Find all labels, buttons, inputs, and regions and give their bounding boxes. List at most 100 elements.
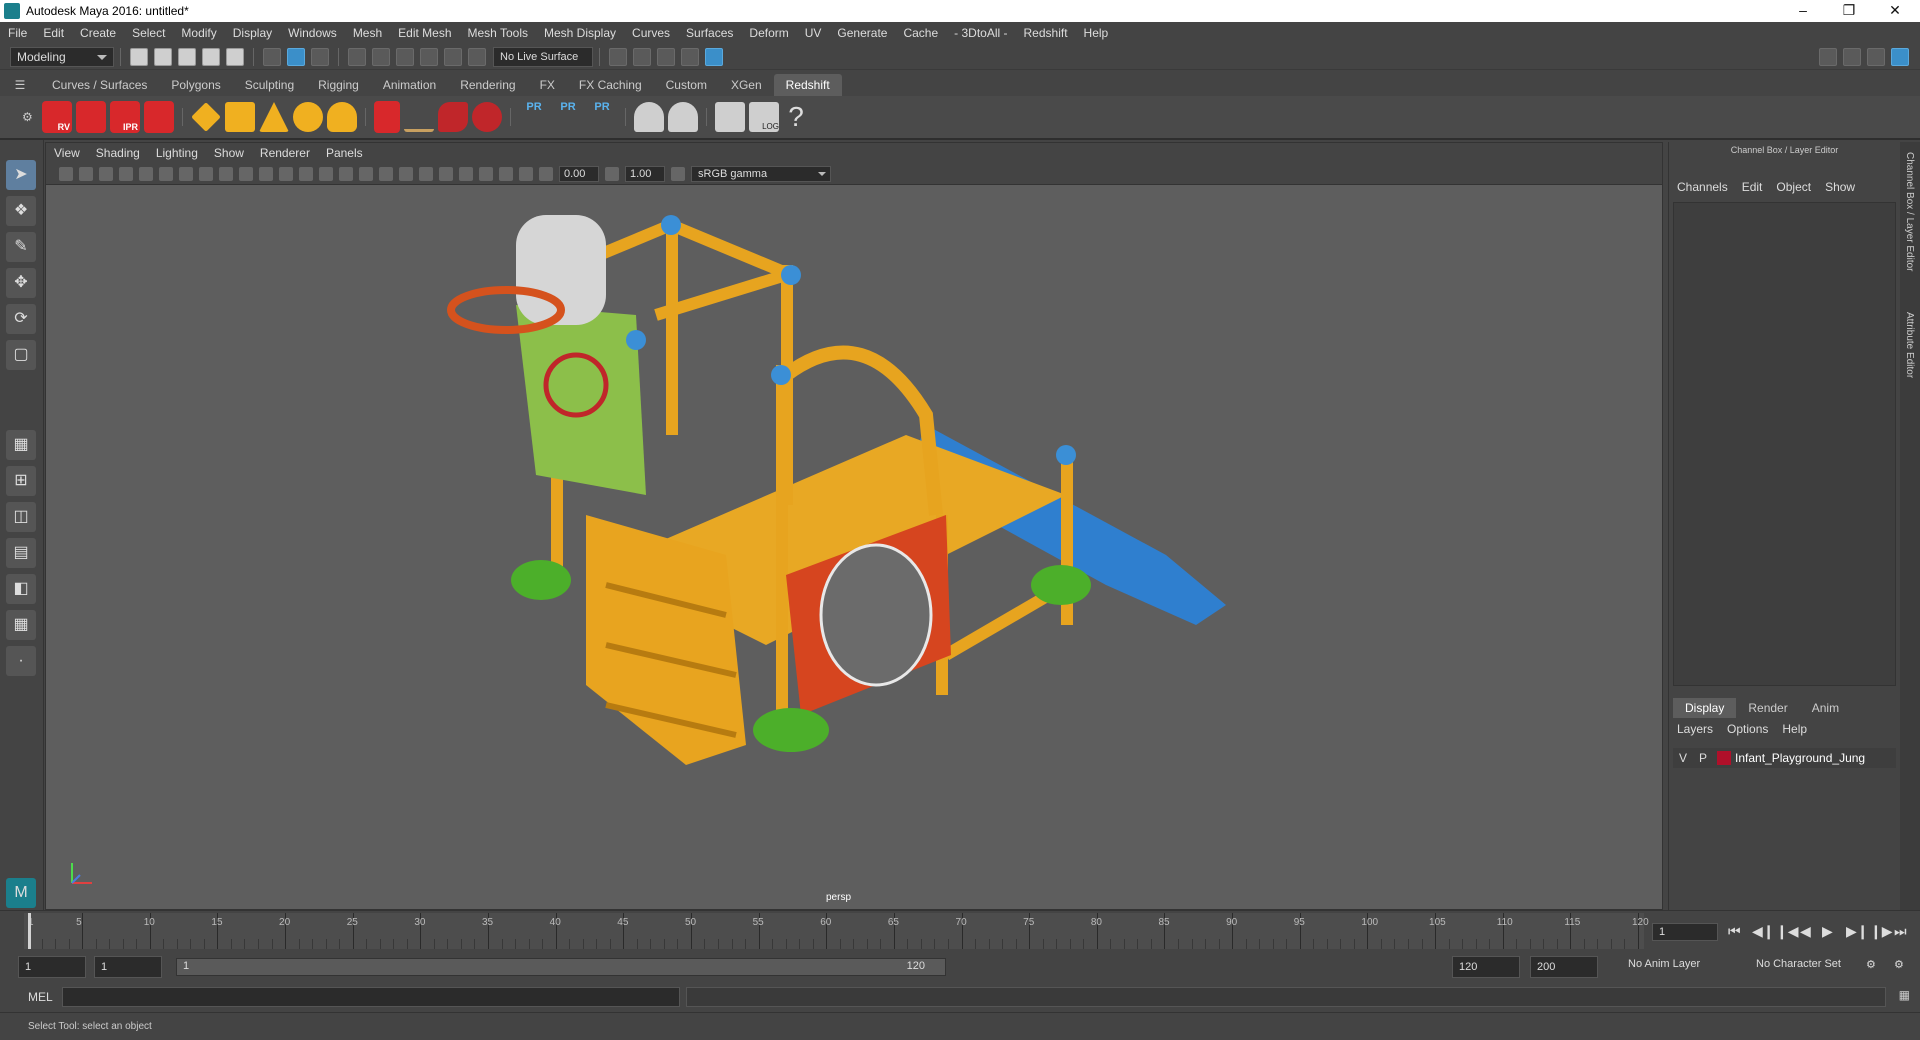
mode-selector[interactable]: Modeling	[10, 46, 114, 67]
textured-icon[interactable]	[339, 166, 353, 181]
script-editor-icon[interactable]: ▦	[1899, 988, 1910, 1002]
viewport-menu-renderer[interactable]: Renderer	[260, 146, 310, 160]
pr-create-icon[interactable]: PR	[519, 101, 549, 133]
live-surface-field[interactable]: No Live Surface	[493, 46, 593, 67]
shelf-tab-rigging[interactable]: Rigging	[306, 74, 371, 96]
anim-layer-dropdown[interactable]: No Anim Layer	[1628, 958, 1700, 970]
wireframe-icon[interactable]	[279, 166, 293, 181]
antialiasing-icon[interactable]	[439, 166, 453, 181]
snap-grid-icon[interactable]	[348, 47, 366, 66]
wireframe-on-shaded-icon[interactable]	[319, 166, 333, 181]
redo-icon[interactable]	[226, 47, 244, 66]
motion-blur-icon[interactable]	[419, 166, 433, 181]
exposure-icon[interactable]	[539, 166, 553, 181]
shelf-tab-rendering[interactable]: Rendering	[448, 74, 527, 96]
resolution-gate-icon[interactable]	[179, 166, 193, 181]
shelf-tab-fx-caching[interactable]: FX Caching	[567, 74, 654, 96]
viewport-menu-lighting[interactable]: Lighting	[156, 146, 198, 160]
snap-surface-icon[interactable]	[444, 47, 462, 66]
shelf-tab-animation[interactable]: Animation	[371, 74, 448, 96]
smooth-shade-icon[interactable]	[299, 166, 313, 181]
teapot-icon[interactable]	[634, 102, 664, 132]
outliner-layout-icon[interactable]: ▦	[6, 610, 36, 640]
more-layouts-icon[interactable]: ·	[6, 646, 36, 676]
shelf-tab-curves-surfaces[interactable]: Curves / Surfaces	[40, 74, 159, 96]
menu-uv[interactable]: UV	[805, 26, 822, 40]
menu-select[interactable]: Select	[132, 26, 165, 40]
select-by-component-icon[interactable]	[311, 47, 329, 66]
snap-view-plane-icon[interactable]	[420, 47, 438, 66]
hair-icon[interactable]	[404, 102, 434, 132]
proxy-icon[interactable]	[374, 101, 400, 133]
field-chart-icon[interactable]	[219, 166, 233, 181]
menu-deform[interactable]: Deform	[749, 26, 788, 40]
depth-of-field-icon[interactable]	[459, 166, 473, 181]
select-by-object-icon[interactable]	[287, 47, 305, 66]
channel-box-menu-show[interactable]: Show	[1825, 180, 1855, 194]
redshift-rv-icon[interactable]: RV	[42, 101, 72, 133]
render-view-icon[interactable]	[609, 47, 627, 66]
shelf-menu-icon[interactable]: ☰	[0, 74, 40, 96]
layer-visibility-toggle[interactable]: V	[1673, 751, 1693, 765]
3d-viewport[interactable]: persp	[46, 185, 1662, 909]
shelf-tab-sculpting[interactable]: Sculpting	[233, 74, 306, 96]
teapot-2-icon[interactable]	[668, 102, 698, 132]
menu-help[interactable]: Help	[1084, 26, 1109, 40]
bookmark-icon[interactable]	[99, 166, 113, 181]
range-slider[interactable]: 1 120	[176, 958, 946, 976]
current-frame-field[interactable]: 1	[1652, 923, 1718, 941]
channel-box-menu-object[interactable]: Object	[1776, 180, 1811, 194]
play-forwards-icon[interactable]: ▶	[1822, 923, 1833, 940]
menu-file[interactable]: File	[8, 26, 27, 40]
layer-menu-help[interactable]: Help	[1782, 722, 1807, 736]
grid-toggle-icon[interactable]	[139, 166, 153, 181]
persp-outliner-icon[interactable]: ◧	[6, 574, 36, 604]
render-frame-icon[interactable]	[633, 47, 651, 66]
redshift-ipr-icon[interactable]: IPR	[110, 101, 140, 133]
playback-start-field[interactable]: 1	[94, 956, 162, 978]
shadows-icon[interactable]	[379, 166, 393, 181]
save-scene-icon[interactable]	[178, 47, 196, 66]
four-view-icon[interactable]: ⊞	[6, 466, 36, 496]
image-plane-icon[interactable]	[119, 166, 133, 181]
menu-modify[interactable]: Modify	[181, 26, 216, 40]
color-management-icon[interactable]	[671, 166, 685, 181]
log-icon[interactable]: LOG	[749, 102, 779, 132]
scale-tool-icon[interactable]: ▢	[6, 340, 36, 370]
channel-box-menu-edit[interactable]: Edit	[1742, 180, 1763, 194]
snap-point-icon[interactable]	[396, 47, 414, 66]
menu-edit-mesh[interactable]: Edit Mesh	[398, 26, 451, 40]
viewport-menu-panels[interactable]: Panels	[326, 146, 363, 160]
xray-icon[interactable]	[499, 166, 513, 181]
menu-mesh-tools[interactable]: Mesh Tools	[468, 26, 528, 40]
layer-menu-layers[interactable]: Layers	[1677, 722, 1713, 736]
viewport-menu-show[interactable]: Show	[214, 146, 244, 160]
gamma-field[interactable]: 1.00	[625, 165, 665, 182]
current-time-indicator[interactable]	[28, 913, 31, 949]
xray-joints-icon[interactable]	[519, 166, 533, 181]
shelf-tab-xgen[interactable]: XGen	[719, 74, 774, 96]
new-scene-icon[interactable]	[130, 47, 148, 66]
camera-attributes-icon[interactable]	[79, 166, 93, 181]
layer-row[interactable]: V P Infant_Playground_Jung	[1673, 748, 1896, 768]
safe-title-icon[interactable]	[259, 166, 273, 181]
portal-light-icon[interactable]	[225, 102, 255, 132]
material-ball-icon[interactable]	[472, 102, 502, 132]
film-gate-icon[interactable]	[159, 166, 173, 181]
viewport-menu-view[interactable]: View	[54, 146, 80, 160]
volume-icon[interactable]	[438, 102, 468, 132]
redshift-render-settings-icon[interactable]	[144, 101, 174, 133]
code-window-icon[interactable]	[715, 102, 745, 132]
help-icon[interactable]: ?	[781, 101, 811, 133]
shelf-tab-polygons[interactable]: Polygons	[159, 74, 232, 96]
go-to-end-icon[interactable]: ⏭	[1894, 923, 1907, 940]
menu-cache[interactable]: Cache	[903, 26, 938, 40]
sun-sky-icon[interactable]	[327, 102, 357, 132]
side-tab-channel-box[interactable]: Channel Box / Layer Editor	[1904, 152, 1915, 272]
layer-playback-toggle[interactable]: P	[1693, 751, 1713, 765]
close-button[interactable]: ✕	[1872, 0, 1918, 22]
menu-create[interactable]: Create	[80, 26, 116, 40]
menu-3dtoall[interactable]: - 3DtoAll -	[954, 26, 1007, 40]
lasso-tool-icon[interactable]: ❖	[6, 196, 36, 226]
viewport-menu-shading[interactable]: Shading	[96, 146, 140, 160]
